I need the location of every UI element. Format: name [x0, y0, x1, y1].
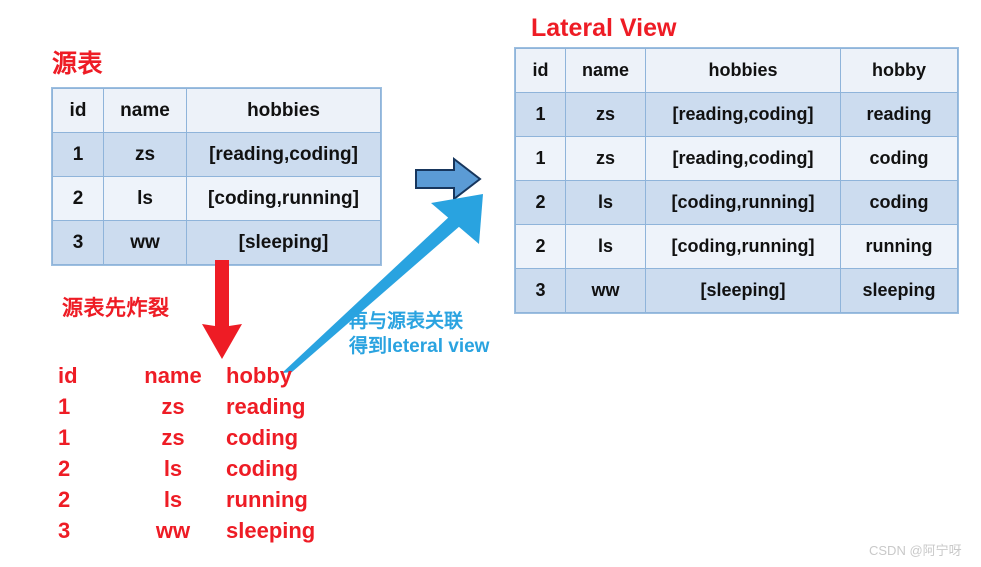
- cell-name: zs: [161, 393, 185, 419]
- cell-id: 2: [58, 455, 71, 481]
- cell-name: ls: [163, 455, 183, 481]
- table-row: 1 zs [reading,coding] coding: [515, 136, 958, 181]
- list-item: 1 zs coding: [58, 422, 366, 453]
- table-header-row: id name hobbies hobby: [515, 48, 958, 93]
- cell-name: ww: [565, 268, 646, 313]
- join-note-line-1: 再与源表关联: [349, 311, 464, 332]
- column-header-name: name: [565, 48, 646, 93]
- table-row: 2 ls [coding,running] coding: [515, 180, 958, 225]
- cell-id: 3: [52, 220, 104, 265]
- source-table-title: 源表: [52, 50, 104, 78]
- cell-hobby: coding: [840, 136, 958, 181]
- cell-id: 2: [515, 180, 566, 225]
- cell-id: 1: [58, 424, 71, 450]
- exploded-result-list: id name hobby 1 zs reading 1 zs coding 2…: [58, 360, 366, 546]
- cell-name: zs: [161, 424, 185, 450]
- list-item-header: id name hobby: [58, 360, 366, 391]
- cell-id: 3: [58, 517, 71, 543]
- list-item: 2 ls coding: [58, 453, 366, 484]
- cell-name: zs: [565, 136, 646, 181]
- cell-hobby: sleeping: [840, 268, 958, 313]
- column-header-id: id: [515, 48, 566, 93]
- cell-hobbies: [reading,coding]: [186, 132, 381, 177]
- table-row: 1 zs [reading,coding]: [52, 132, 381, 177]
- table-row: 3 ww [sleeping] sleeping: [515, 268, 958, 313]
- lateral-view-title: Lateral View: [531, 14, 677, 42]
- cell-hobbies: [reading,coding]: [645, 136, 841, 181]
- cell-hobbies: [sleeping]: [645, 268, 841, 313]
- join-note: 再与源表关联 得到leteral view: [349, 309, 489, 359]
- table-row: 2 ls [coding,running] running: [515, 224, 958, 269]
- lateral-view-table: id name hobbies hobby 1 zs [reading,codi…: [515, 48, 958, 313]
- cell-id: 1: [52, 132, 104, 177]
- cell-hobby: reading: [840, 92, 958, 137]
- cell-name: ww: [103, 220, 187, 265]
- explode-note: 源表先炸裂: [62, 297, 170, 320]
- table-header-row: id name hobbies: [52, 88, 381, 133]
- column-header-hobby: hobby: [226, 362, 292, 388]
- cell-hobby: running: [226, 486, 308, 512]
- cell-id: 3: [515, 268, 566, 313]
- cell-name: ls: [103, 176, 187, 221]
- cell-hobbies: [reading,coding]: [645, 92, 841, 137]
- cell-hobby: coding: [840, 180, 958, 225]
- column-header-name: name: [103, 88, 187, 133]
- cell-id: 1: [515, 136, 566, 181]
- column-header-hobbies: hobbies: [186, 88, 381, 133]
- list-item: 2 ls running: [58, 484, 366, 515]
- cell-hobby: reading: [226, 393, 306, 419]
- column-header-name: name: [144, 362, 202, 388]
- cell-hobby: coding: [226, 424, 299, 450]
- cell-name: ww: [155, 517, 191, 543]
- cell-name: ls: [163, 486, 183, 512]
- column-header-id: id: [58, 362, 78, 388]
- cell-id: 1: [58, 393, 71, 419]
- table-row: 1 zs [reading,coding] reading: [515, 92, 958, 137]
- cell-hobby: sleeping: [226, 517, 316, 543]
- watermark: CSDN @阿宁呀: [869, 543, 962, 558]
- cell-hobby: coding: [226, 455, 299, 481]
- cell-hobbies: [coding,running]: [645, 224, 841, 269]
- list-item: 3 ww sleeping: [58, 515, 366, 546]
- cell-id: 1: [515, 92, 566, 137]
- cell-id: 2: [58, 486, 71, 512]
- cell-name: ls: [565, 180, 646, 225]
- down-arrow-icon: [202, 260, 242, 359]
- join-note-line-2: 得到leteral view: [349, 336, 490, 358]
- cell-id: 2: [52, 176, 104, 221]
- column-header-id: id: [52, 88, 104, 133]
- cell-hobby: running: [840, 224, 958, 269]
- cell-name: zs: [103, 132, 187, 177]
- list-item: 1 zs reading: [58, 391, 366, 422]
- cell-hobbies: [coding,running]: [645, 180, 841, 225]
- cell-name: ls: [565, 224, 646, 269]
- column-header-hobbies: hobbies: [645, 48, 841, 93]
- cell-name: zs: [565, 92, 646, 137]
- column-header-hobby: hobby: [840, 48, 958, 93]
- cell-id: 2: [515, 224, 566, 269]
